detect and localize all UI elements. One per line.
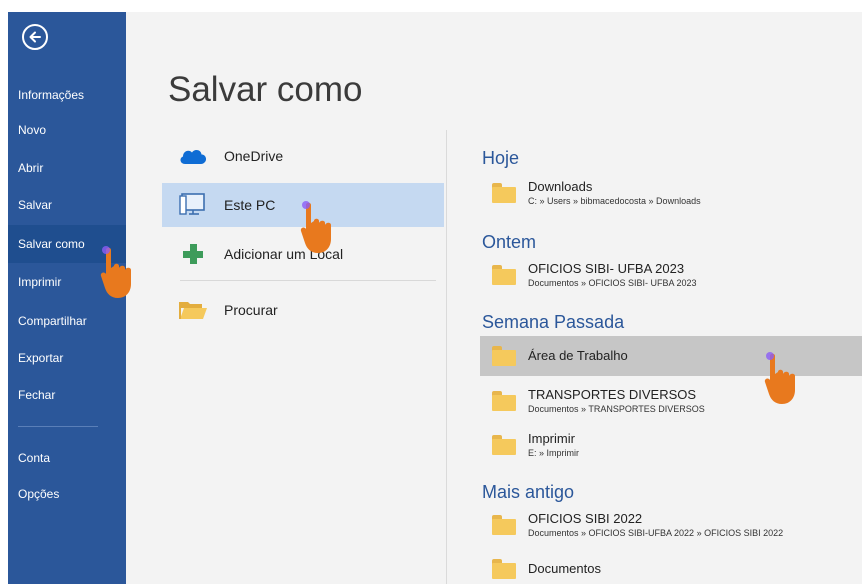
nav-item-novo[interactable]: Novo (8, 112, 126, 148)
nav-item-abrir[interactable]: Abrir (8, 150, 126, 186)
pointing-hand-icon (764, 352, 810, 406)
location-onedrive[interactable]: OneDrive (162, 134, 444, 178)
location-label: Procurar (224, 302, 278, 318)
nav-item-exportar[interactable]: Exportar (8, 340, 126, 376)
folder-downloads[interactable]: Downloads C: » Users » bibmacedocosta » … (480, 174, 862, 212)
folder-documentos[interactable]: Documentos (480, 550, 862, 584)
page-title: Salvar como (168, 70, 363, 109)
back-arrow-button[interactable] (22, 24, 48, 50)
folder-imprimir[interactable]: Imprimir E: » Imprimir (480, 426, 862, 464)
folder-name: OFICIOS SIBI 2022 (528, 511, 643, 526)
location-label: Este PC (224, 197, 276, 213)
folder-name: Documentos (528, 561, 601, 576)
nav-item-salvar[interactable]: Salvar (8, 187, 126, 223)
section-title-ontem: Ontem (482, 232, 537, 252)
folder-name: TRANSPORTES DIVERSOS (528, 387, 697, 402)
folder-icon (492, 559, 516, 579)
backstage-window: Informações Novo Abrir Salvar Salvar com… (8, 12, 862, 584)
cloud-icon (178, 141, 208, 171)
sidebar-divider (18, 426, 98, 427)
section-title-hoje: Hoje (482, 148, 520, 168)
computer-icon (178, 190, 208, 220)
folder-name: Área de Trabalho (528, 348, 628, 363)
folder-icon (492, 515, 516, 535)
locations-divider (180, 280, 436, 281)
folder-oficios-2022[interactable]: OFICIOS SIBI 2022 Documentos » OFICIOS S… (480, 506, 862, 544)
folder-name: Downloads (528, 179, 593, 194)
nav-item-fechar[interactable]: Fechar (8, 377, 126, 413)
folder-path: E: » Imprimir (528, 448, 580, 458)
plus-icon (178, 239, 208, 269)
nav-item-informacoes[interactable]: Informações (8, 77, 126, 113)
nav-item-compartilhar[interactable]: Compartilhar (8, 303, 126, 339)
pointing-hand-icon (100, 246, 146, 300)
folder-icon (492, 391, 516, 411)
section-title-semana-passada: Semana Passada (482, 312, 625, 332)
folder-path: Documentos » OFICIOS SIBI- UFBA 2023 (528, 278, 697, 288)
section-title-mais-antigo: Mais antigo (482, 482, 575, 502)
nav-item-opcoes[interactable]: Opções (8, 476, 126, 512)
column-divider (446, 130, 447, 584)
pointing-hand-icon (300, 201, 346, 255)
folder-name: Imprimir (528, 431, 575, 446)
folder-icon (492, 435, 516, 455)
folder-icon (492, 265, 516, 285)
location-label: OneDrive (224, 148, 284, 164)
folder-oficios-2023[interactable]: OFICIOS SIBI- UFBA 2023 Documentos » OFI… (480, 256, 862, 294)
folder-icon (492, 346, 516, 366)
nav-item-conta[interactable]: Conta (8, 440, 126, 476)
folder-path: Documentos » OFICIOS SIBI-UFBA 2022 » OF… (528, 528, 784, 538)
folder-path: Documentos » TRANSPORTES DIVERSOS (528, 404, 705, 414)
open-folder-icon (178, 295, 208, 325)
folder-path: C: » Users » bibmacedocosta » Downloads (528, 196, 701, 206)
folder-icon (492, 183, 516, 203)
back-arrow-icon (29, 31, 41, 43)
location-procurar[interactable]: Procurar (162, 288, 444, 332)
folder-name: OFICIOS SIBI- UFBA 2023 (528, 261, 685, 276)
